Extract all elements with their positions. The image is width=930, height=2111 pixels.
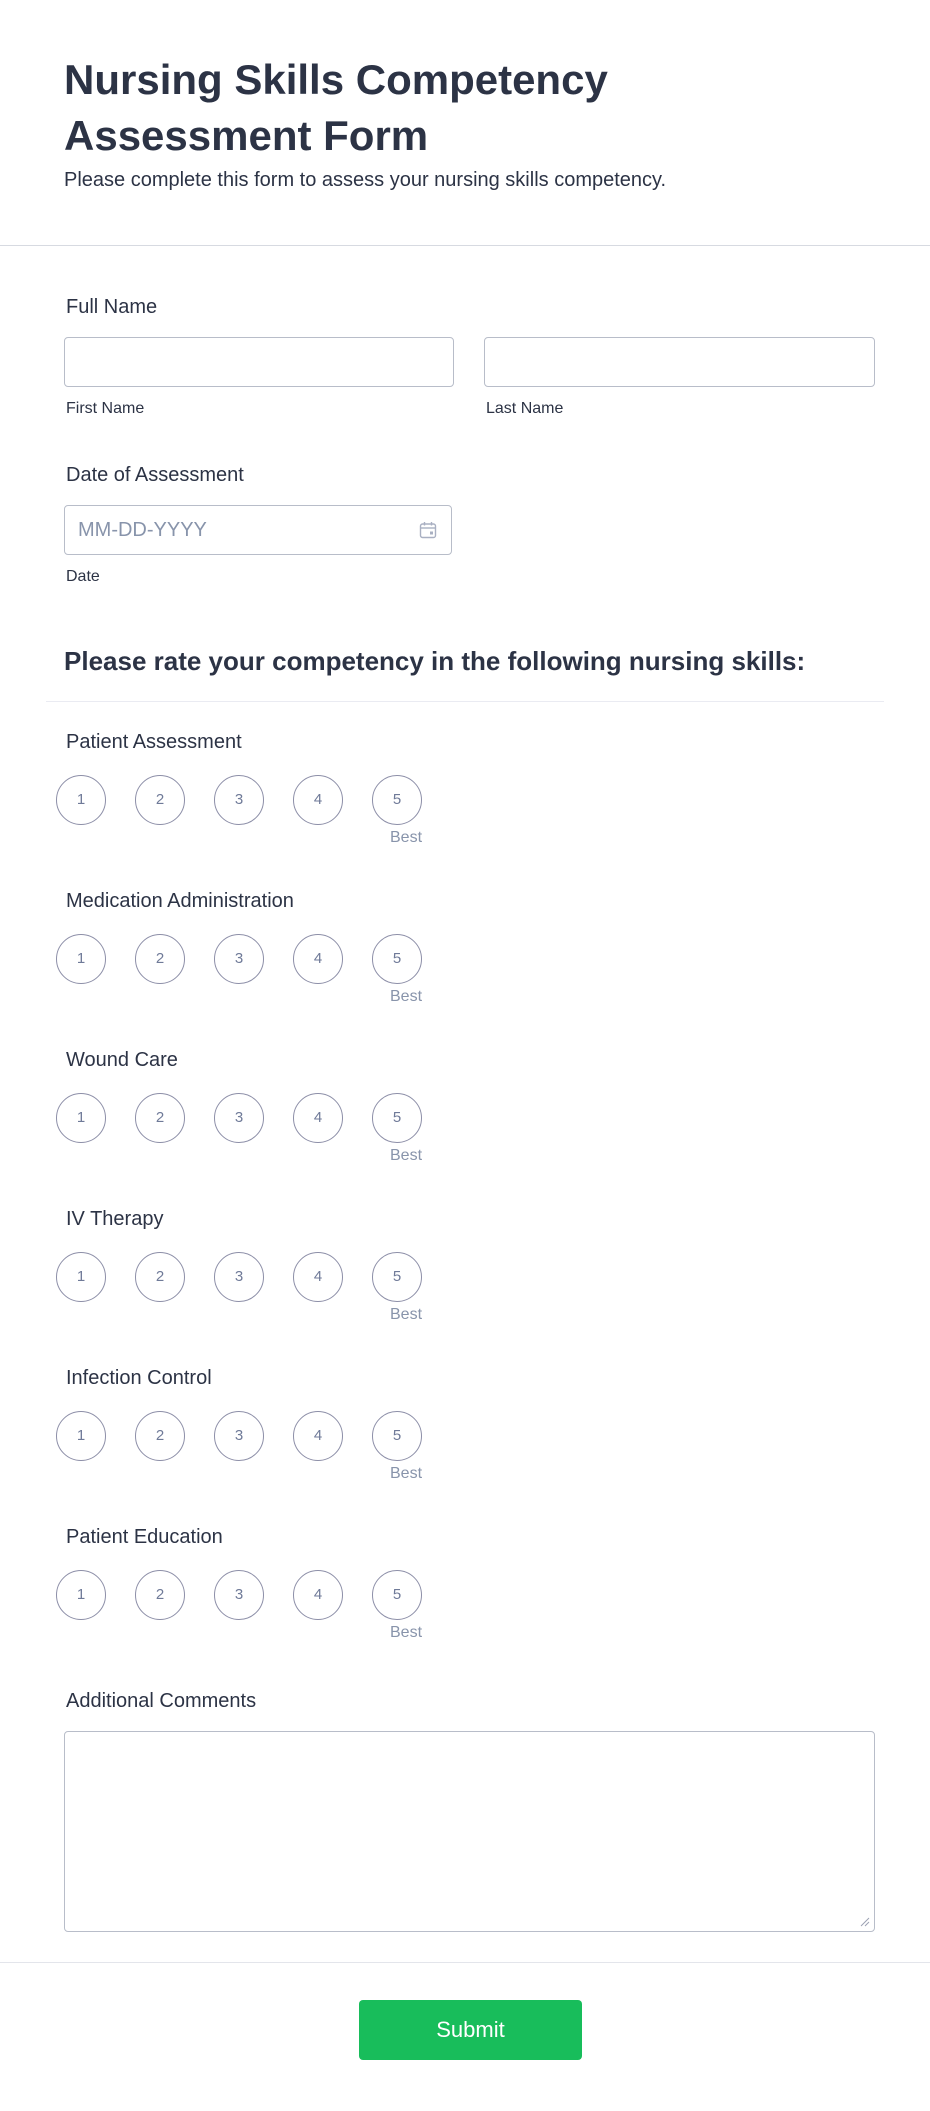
first-name-input[interactable] xyxy=(64,337,454,387)
rating-option-patient-education-5[interactable]: 5 xyxy=(372,1570,422,1620)
rating-option-infection-control-2[interactable]: 2 xyxy=(135,1411,185,1461)
rating-row-medication-administration: 12345 xyxy=(56,934,436,984)
resize-handle-icon[interactable] xyxy=(860,1917,870,1927)
rating-label-patient-assessment: Patient Assessment xyxy=(66,731,242,753)
rating-row-iv-therapy: 12345 xyxy=(56,1252,436,1302)
rating-row-wound-care: 12345 xyxy=(56,1093,436,1143)
rating-option-patient-education-4[interactable]: 4 xyxy=(293,1570,343,1620)
rating-option-patient-assessment-5[interactable]: 5 xyxy=(372,775,422,825)
rating-option-wound-care-1[interactable]: 1 xyxy=(56,1093,106,1143)
rating-option-medication-administration-3[interactable]: 3 xyxy=(214,934,264,984)
rating-option-medication-administration-5[interactable]: 5 xyxy=(372,934,422,984)
rating-option-wound-care-4[interactable]: 4 xyxy=(293,1093,343,1143)
comments-textarea[interactable] xyxy=(64,1731,875,1932)
date-input[interactable]: MM-DD-YYYY xyxy=(64,505,452,555)
rating-option-iv-therapy-1[interactable]: 1 xyxy=(56,1252,106,1302)
rating-option-patient-education-3[interactable]: 3 xyxy=(214,1570,264,1620)
rating-option-wound-care-3[interactable]: 3 xyxy=(214,1093,264,1143)
ratings-section-heading: Please rate your competency in the follo… xyxy=(64,646,806,676)
rating-option-patient-assessment-1[interactable]: 1 xyxy=(56,775,106,825)
rating-option-infection-control-5[interactable]: 5 xyxy=(372,1411,422,1461)
rating-option-infection-control-3[interactable]: 3 xyxy=(214,1411,264,1461)
rating-row-infection-control: 12345 xyxy=(56,1411,436,1461)
rating-option-medication-administration-4[interactable]: 4 xyxy=(293,934,343,984)
submit-button[interactable]: Submit xyxy=(359,2000,582,2060)
rating-option-iv-therapy-5[interactable]: 5 xyxy=(372,1252,422,1302)
rating-label-iv-therapy: IV Therapy xyxy=(66,1208,164,1230)
rating-label-wound-care: Wound Care xyxy=(66,1049,178,1071)
section-divider xyxy=(46,701,884,702)
rating-label-medication-administration: Medication Administration xyxy=(66,890,294,912)
rating-option-patient-assessment-2[interactable]: 2 xyxy=(135,775,185,825)
rating-best-label: Best xyxy=(390,829,423,846)
rating-best-label: Best xyxy=(390,988,423,1005)
rating-best-label: Best xyxy=(390,1306,423,1323)
rating-row-patient-education: 12345 xyxy=(56,1570,436,1620)
first-name-sublabel: First Name xyxy=(66,400,145,417)
comments-label: Additional Comments xyxy=(66,1690,257,1712)
rating-best-label: Best xyxy=(390,1624,423,1641)
full-name-label: Full Name xyxy=(66,296,158,318)
rating-option-wound-care-5[interactable]: 5 xyxy=(372,1093,422,1143)
footer-divider xyxy=(0,1962,930,1963)
last-name-sublabel: Last Name xyxy=(486,400,564,417)
form-subtitle: Please complete this form to assess your… xyxy=(64,169,667,191)
rating-option-infection-control-4[interactable]: 4 xyxy=(293,1411,343,1461)
rating-option-patient-education-1[interactable]: 1 xyxy=(56,1570,106,1620)
rating-option-iv-therapy-4[interactable]: 4 xyxy=(293,1252,343,1302)
rating-option-iv-therapy-3[interactable]: 3 xyxy=(214,1252,264,1302)
form-header: Nursing Skills Competency Assessment For… xyxy=(0,0,930,246)
rating-option-infection-control-1[interactable]: 1 xyxy=(56,1411,106,1461)
date-label: Date of Assessment xyxy=(66,464,244,486)
rating-option-iv-therapy-2[interactable]: 2 xyxy=(135,1252,185,1302)
date-sublabel: Date xyxy=(66,568,100,585)
calendar-icon[interactable] xyxy=(419,521,437,539)
rating-option-medication-administration-2[interactable]: 2 xyxy=(135,934,185,984)
form-page: Nursing Skills Competency Assessment For… xyxy=(0,0,930,2111)
rating-row-patient-assessment: 12345 xyxy=(56,775,436,825)
rating-label-patient-education: Patient Education xyxy=(66,1526,223,1548)
rating-best-label: Best xyxy=(390,1147,423,1164)
last-name-input[interactable] xyxy=(484,337,875,387)
rating-option-patient-assessment-4[interactable]: 4 xyxy=(293,775,343,825)
rating-label-infection-control: Infection Control xyxy=(66,1367,212,1389)
date-placeholder: MM-DD-YYYY xyxy=(78,519,207,541)
rating-option-wound-care-2[interactable]: 2 xyxy=(135,1093,185,1143)
rating-best-label: Best xyxy=(390,1465,423,1482)
form-title: Nursing Skills Competency Assessment For… xyxy=(64,56,608,159)
rating-option-patient-education-2[interactable]: 2 xyxy=(135,1570,185,1620)
rating-option-patient-assessment-3[interactable]: 3 xyxy=(214,775,264,825)
rating-option-medication-administration-1[interactable]: 1 xyxy=(56,934,106,984)
